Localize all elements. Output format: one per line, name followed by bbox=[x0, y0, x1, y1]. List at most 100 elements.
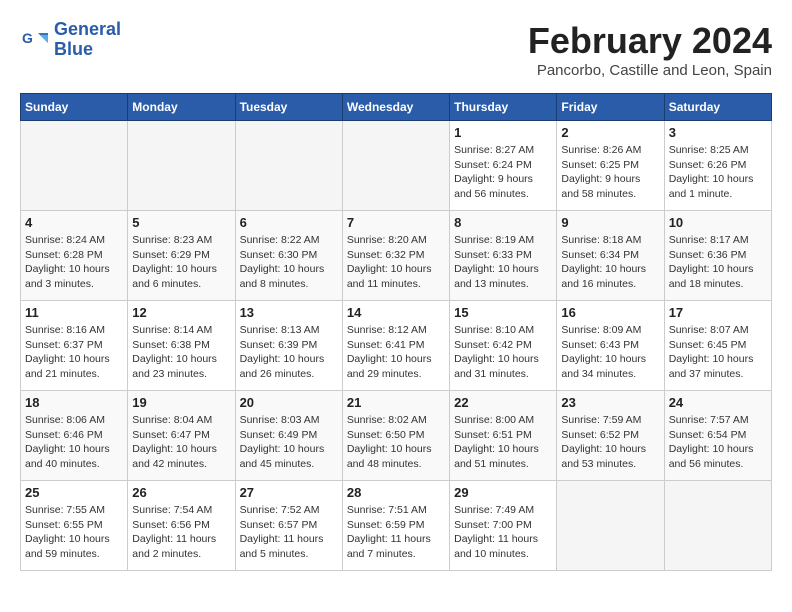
calendar-cell: 3 Sunrise: 8:25 AM Sunset: 6:26 PM Daylig… bbox=[664, 121, 771, 211]
month-year: February 2024 bbox=[528, 20, 772, 62]
day-number: 27 bbox=[240, 485, 338, 500]
day-info: Sunrise: 7:51 AM Sunset: 6:59 PM Dayligh… bbox=[347, 503, 445, 562]
calendar-cell: 7 Sunrise: 8:20 AM Sunset: 6:32 PM Daylig… bbox=[342, 211, 449, 301]
day-info: Sunrise: 8:13 AM Sunset: 6:39 PM Dayligh… bbox=[240, 323, 338, 382]
calendar-cell: 4 Sunrise: 8:24 AM Sunset: 6:28 PM Daylig… bbox=[21, 211, 128, 301]
calendar-cell: 17Sunrise: 8:07 AM Sunset: 6:45 PM Dayli… bbox=[664, 301, 771, 391]
location: Pancorbo, Castille and Leon, Spain bbox=[528, 62, 772, 79]
calendar-cell: 1 Sunrise: 8:27 AM Sunset: 6:24 PM Daylig… bbox=[450, 121, 557, 211]
day-number: 1 bbox=[454, 125, 552, 140]
day-number: 13 bbox=[240, 305, 338, 320]
calendar-cell: 18 Sunrise: 8:06 AM Sunset: 6:46 PM Dayli… bbox=[21, 391, 128, 481]
day-info: Sunrise: 8:06 AM Sunset: 6:46 PM Dayligh… bbox=[25, 413, 123, 472]
day-number: 23 bbox=[561, 395, 659, 410]
calendar-cell: 12Sunrise: 8:14 AM Sunset: 6:38 PM Dayli… bbox=[128, 301, 235, 391]
calendar-cell bbox=[235, 121, 342, 211]
svg-text:G: G bbox=[22, 30, 33, 46]
day-number: 16 bbox=[561, 305, 659, 320]
logo: G General Blue bbox=[20, 20, 121, 60]
calendar-cell: 24 Sunrise: 7:57 AM Sunset: 6:54 PM Dayli… bbox=[664, 391, 771, 481]
day-info: Sunrise: 7:55 AM Sunset: 6:55 PM Dayligh… bbox=[25, 503, 123, 562]
calendar-cell bbox=[557, 481, 664, 571]
day-info: Sunrise: 8:14 AM Sunset: 6:38 PM Dayligh… bbox=[132, 323, 230, 382]
calendar-cell: 8 Sunrise: 8:19 AM Sunset: 6:33 PM Daylig… bbox=[450, 211, 557, 301]
calendar-table: SundayMondayTuesdayWednesdayThursdayFrid… bbox=[20, 93, 772, 571]
calendar-cell: 28 Sunrise: 7:51 AM Sunset: 6:59 PM Dayli… bbox=[342, 481, 449, 571]
day-number: 10 bbox=[669, 215, 767, 230]
day-info: Sunrise: 8:04 AM Sunset: 6:47 PM Dayligh… bbox=[132, 413, 230, 472]
day-info: Sunrise: 8:03 AM Sunset: 6:49 PM Dayligh… bbox=[240, 413, 338, 472]
day-number: 24 bbox=[669, 395, 767, 410]
calendar-cell: 22Sunrise: 8:00 AM Sunset: 6:51 PM Dayli… bbox=[450, 391, 557, 481]
day-info: Sunrise: 8:22 AM Sunset: 6:30 PM Dayligh… bbox=[240, 233, 338, 292]
day-info: Sunrise: 7:54 AM Sunset: 6:56 PM Dayligh… bbox=[132, 503, 230, 562]
logo-icon: G bbox=[20, 25, 50, 55]
weekday-header-wednesday: Wednesday bbox=[342, 94, 449, 121]
day-info: Sunrise: 8:20 AM Sunset: 6:32 PM Dayligh… bbox=[347, 233, 445, 292]
day-info: Sunrise: 8:12 AM Sunset: 6:41 PM Dayligh… bbox=[347, 323, 445, 382]
calendar-cell: 27Sunrise: 7:52 AM Sunset: 6:57 PM Dayli… bbox=[235, 481, 342, 571]
day-info: Sunrise: 8:10 AM Sunset: 6:42 PM Dayligh… bbox=[454, 323, 552, 382]
calendar-cell: 10 Sunrise: 8:17 AM Sunset: 6:36 PM Dayli… bbox=[664, 211, 771, 301]
day-info: Sunrise: 8:02 AM Sunset: 6:50 PM Dayligh… bbox=[347, 413, 445, 472]
calendar-cell: 15 Sunrise: 8:10 AM Sunset: 6:42 PM Dayli… bbox=[450, 301, 557, 391]
day-number: 22 bbox=[454, 395, 552, 410]
day-number: 9 bbox=[561, 215, 659, 230]
weekday-header-tuesday: Tuesday bbox=[235, 94, 342, 121]
weekday-header-friday: Friday bbox=[557, 94, 664, 121]
weekday-header-monday: Monday bbox=[128, 94, 235, 121]
day-info: Sunrise: 7:49 AM Sunset: 7:00 PM Dayligh… bbox=[454, 503, 552, 562]
day-info: Sunrise: 8:18 AM Sunset: 6:34 PM Dayligh… bbox=[561, 233, 659, 292]
day-info: Sunrise: 8:27 AM Sunset: 6:24 PM Dayligh… bbox=[454, 143, 552, 202]
day-number: 3 bbox=[669, 125, 767, 140]
day-number: 18 bbox=[25, 395, 123, 410]
day-number: 8 bbox=[454, 215, 552, 230]
weekday-header-thursday: Thursday bbox=[450, 94, 557, 121]
calendar-cell: 6 Sunrise: 8:22 AM Sunset: 6:30 PM Daylig… bbox=[235, 211, 342, 301]
calendar-cell: 26 Sunrise: 7:54 AM Sunset: 6:56 PM Dayli… bbox=[128, 481, 235, 571]
day-number: 28 bbox=[347, 485, 445, 500]
calendar-cell: 9 Sunrise: 8:18 AM Sunset: 6:34 PM Daylig… bbox=[557, 211, 664, 301]
calendar-cell bbox=[128, 121, 235, 211]
calendar-cell bbox=[342, 121, 449, 211]
calendar-cell: 23Sunrise: 7:59 AM Sunset: 6:52 PM Dayli… bbox=[557, 391, 664, 481]
title-section: February 2024 Pancorbo, Castille and Leo… bbox=[528, 20, 772, 79]
calendar-cell: 19 Sunrise: 8:04 AM Sunset: 6:47 PM Dayli… bbox=[128, 391, 235, 481]
day-info: Sunrise: 8:25 AM Sunset: 6:26 PM Dayligh… bbox=[669, 143, 767, 202]
day-info: Sunrise: 8:19 AM Sunset: 6:33 PM Dayligh… bbox=[454, 233, 552, 292]
day-number: 26 bbox=[132, 485, 230, 500]
weekday-header-sunday: Sunday bbox=[21, 94, 128, 121]
calendar-cell: 2Sunrise: 8:26 AM Sunset: 6:25 PM Daylig… bbox=[557, 121, 664, 211]
calendar-cell: 29 Sunrise: 7:49 AM Sunset: 7:00 PM Dayli… bbox=[450, 481, 557, 571]
day-number: 17 bbox=[669, 305, 767, 320]
day-info: Sunrise: 8:26 AM Sunset: 6:25 PM Dayligh… bbox=[561, 143, 659, 202]
day-number: 11 bbox=[25, 305, 123, 320]
calendar-cell bbox=[664, 481, 771, 571]
day-info: Sunrise: 8:23 AM Sunset: 6:29 PM Dayligh… bbox=[132, 233, 230, 292]
calendar-cell: 25 Sunrise: 7:55 AM Sunset: 6:55 PM Dayli… bbox=[21, 481, 128, 571]
calendar-cell: 16 Sunrise: 8:09 AM Sunset: 6:43 PM Dayli… bbox=[557, 301, 664, 391]
day-info: Sunrise: 8:17 AM Sunset: 6:36 PM Dayligh… bbox=[669, 233, 767, 292]
day-number: 15 bbox=[454, 305, 552, 320]
day-number: 7 bbox=[347, 215, 445, 230]
weekday-header-saturday: Saturday bbox=[664, 94, 771, 121]
logo-text: General Blue bbox=[54, 20, 121, 60]
day-number: 20 bbox=[240, 395, 338, 410]
day-number: 5 bbox=[132, 215, 230, 230]
day-info: Sunrise: 8:24 AM Sunset: 6:28 PM Dayligh… bbox=[25, 233, 123, 292]
calendar-cell: 14 Sunrise: 8:12 AM Sunset: 6:41 PM Dayli… bbox=[342, 301, 449, 391]
calendar-cell bbox=[21, 121, 128, 211]
day-number: 4 bbox=[25, 215, 123, 230]
day-number: 29 bbox=[454, 485, 552, 500]
day-number: 14 bbox=[347, 305, 445, 320]
day-number: 6 bbox=[240, 215, 338, 230]
day-number: 21 bbox=[347, 395, 445, 410]
calendar-cell: 13 Sunrise: 8:13 AM Sunset: 6:39 PM Dayli… bbox=[235, 301, 342, 391]
day-info: Sunrise: 7:57 AM Sunset: 6:54 PM Dayligh… bbox=[669, 413, 767, 472]
day-number: 19 bbox=[132, 395, 230, 410]
day-info: Sunrise: 8:09 AM Sunset: 6:43 PM Dayligh… bbox=[561, 323, 659, 382]
calendar-cell: 20 Sunrise: 8:03 AM Sunset: 6:49 PM Dayli… bbox=[235, 391, 342, 481]
day-number: 25 bbox=[25, 485, 123, 500]
day-info: Sunrise: 8:16 AM Sunset: 6:37 PM Dayligh… bbox=[25, 323, 123, 382]
calendar-cell: 21 Sunrise: 8:02 AM Sunset: 6:50 PM Dayli… bbox=[342, 391, 449, 481]
